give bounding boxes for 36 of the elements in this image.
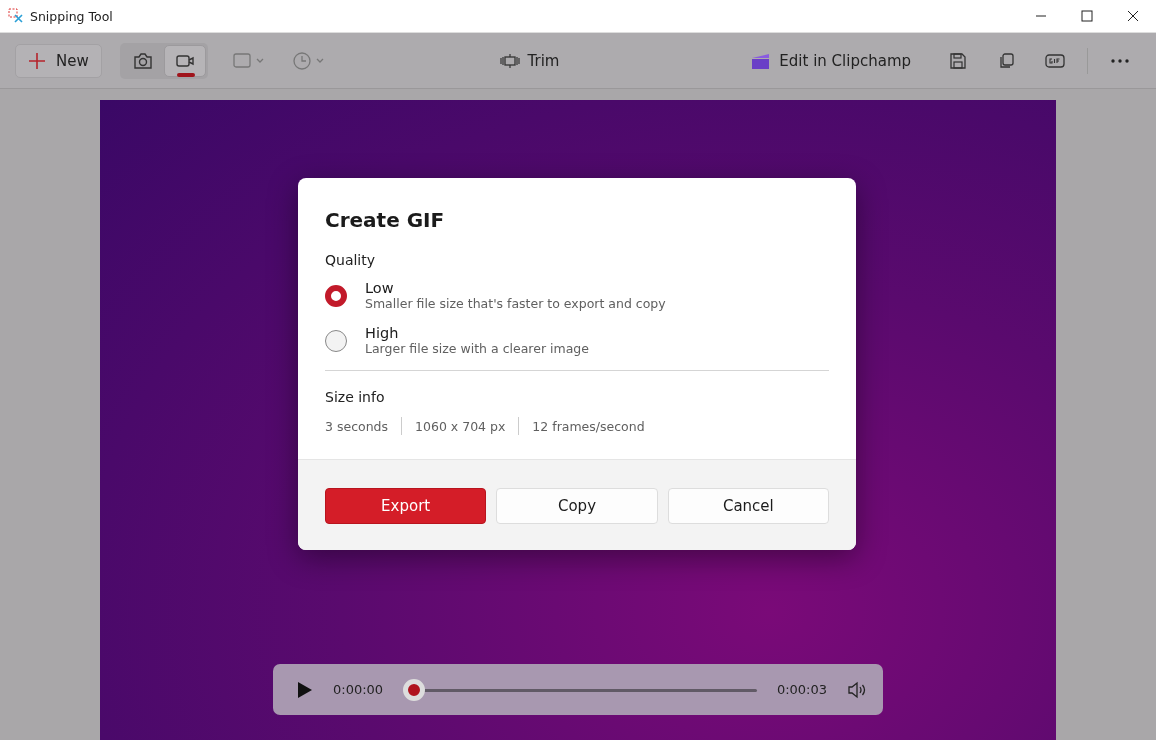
clipchamp-button[interactable]: Edit in Clipchamp (745, 50, 917, 71)
close-icon[interactable] (1127, 10, 1139, 22)
primary-button[interactable]: Export (325, 488, 487, 524)
plus-icon (28, 51, 46, 70)
current-time: 0:00:00 (333, 682, 384, 697)
more-icon[interactable] (1110, 57, 1130, 64)
option-label: Low (365, 280, 395, 296)
trim-button[interactable]: Trim (493, 50, 566, 71)
dialog-button[interactable]: Copy (496, 488, 658, 524)
trim-icon (499, 52, 520, 69)
clapperboard-icon (751, 51, 772, 70)
volume-icon[interactable] (847, 680, 867, 699)
video-mode-button[interactable] (163, 44, 206, 77)
size-info-label: Size info (325, 389, 386, 405)
total-time: 0:00:03 (776, 682, 827, 697)
option-description: Smaller file size that's faster to export and copy (365, 296, 666, 311)
gif-icon[interactable] (1045, 52, 1065, 69)
maximize-icon[interactable] (1081, 10, 1093, 22)
size-info-value: 3 seconds (325, 418, 389, 434)
size-info-value: 12 frames/second (532, 418, 645, 434)
dialog-button[interactable]: Cancel (667, 488, 829, 524)
radio-button[interactable] (325, 284, 347, 307)
camera-icon (132, 51, 153, 70)
save-icon[interactable] (949, 51, 967, 70)
seek-track[interactable] (403, 678, 757, 701)
play-icon[interactable] (295, 680, 313, 699)
size-info-value: 1060 x 704 px (415, 418, 506, 434)
seek-thumb[interactable] (403, 678, 426, 701)
dialog-title: Create GIF (325, 208, 446, 232)
option-label: High (365, 325, 400, 341)
option-description: Larger file size with a clearer image (365, 341, 589, 356)
window-title: Snipping Tool (30, 8, 113, 24)
radio-button[interactable] (325, 329, 347, 352)
quality-label: Quality (325, 252, 377, 268)
new-button[interactable]: New (15, 43, 102, 78)
copy-icon[interactable] (997, 51, 1015, 70)
